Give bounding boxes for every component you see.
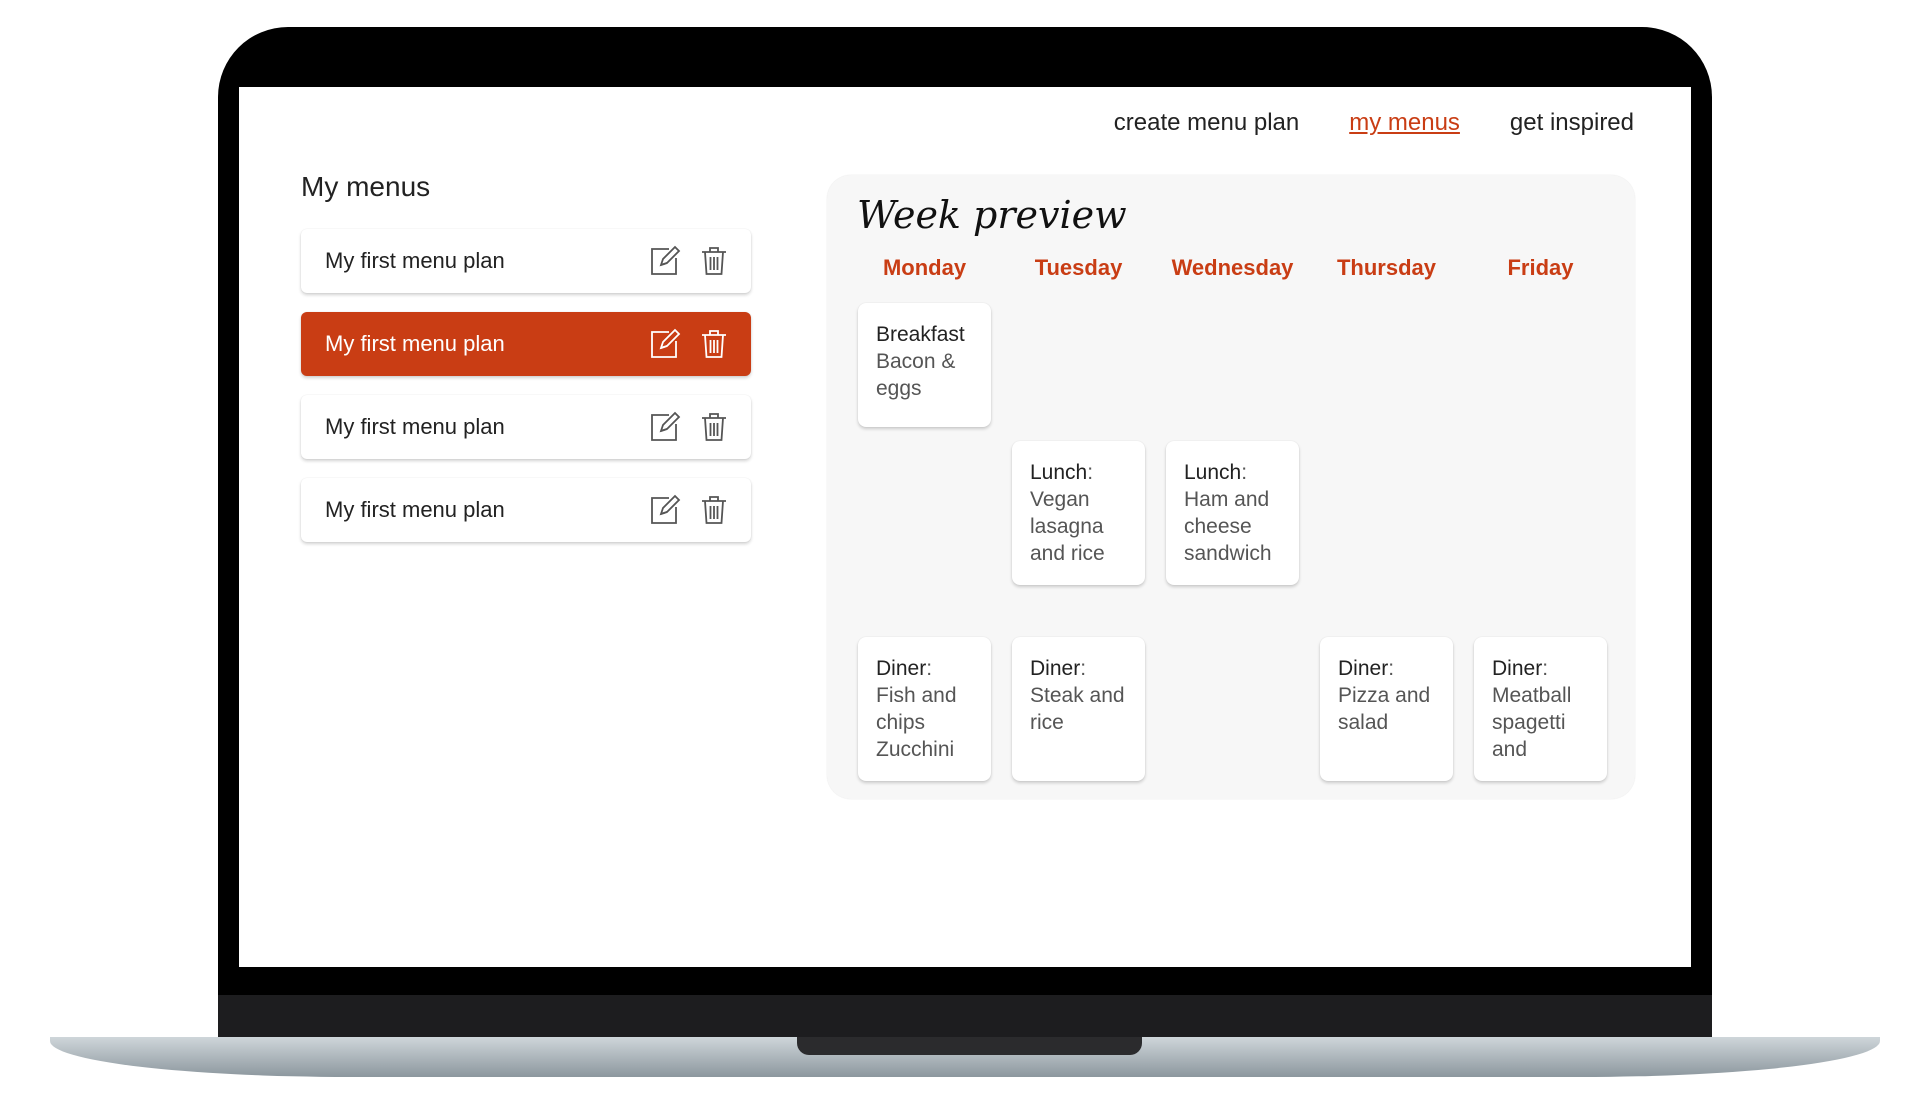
nav-my-menus[interactable]: my menus xyxy=(1349,109,1460,137)
meal-type: Breakfast xyxy=(876,323,965,346)
meal-description: Ham and cheese sandwich xyxy=(1184,488,1272,565)
trash-icon[interactable] xyxy=(697,410,731,444)
menu-item-selected[interactable]: My first menu plan xyxy=(301,312,751,376)
day-header-monday: Monday xyxy=(882,255,967,280)
day-header-friday: Friday xyxy=(1507,255,1574,280)
menu-list: My first menu plan My first menu plan My… xyxy=(301,229,751,561)
meal-description: Bacon & eggs xyxy=(876,350,956,400)
nav-create-menu-plan[interactable]: create menu plan xyxy=(1114,109,1299,137)
sidebar-title: My menus xyxy=(301,171,431,202)
nav-get-inspired[interactable]: get inspired xyxy=(1510,109,1634,137)
trash-icon[interactable] xyxy=(697,244,731,278)
day-header-thursday: Thursday xyxy=(1336,255,1437,280)
edit-icon[interactable] xyxy=(647,493,681,527)
day-header-tuesday: Tuesday xyxy=(1034,255,1123,280)
edit-icon[interactable] xyxy=(647,410,681,444)
meal-card-monday-diner[interactable]: Diner: Fish and chips Zucchini xyxy=(858,637,991,781)
week-preview-title: Week preview xyxy=(857,193,1127,237)
trash-icon[interactable] xyxy=(697,493,731,527)
meal-type: Diner xyxy=(1338,657,1389,680)
meal-description: Pizza and salad xyxy=(1338,684,1431,734)
menu-item-label: My first menu plan xyxy=(325,497,505,522)
meal-description: Steak and rice xyxy=(1030,684,1125,734)
menu-item[interactable]: My first menu plan xyxy=(301,395,751,459)
meal-description: Meatball spagetti and xyxy=(1492,684,1572,761)
meal-description: Vegan lasagna and rice xyxy=(1030,488,1105,565)
meal-description: Fish and chips Zucchini xyxy=(876,684,957,761)
app-screen: create menu plan my menus get inspired M… xyxy=(239,87,1691,967)
edit-icon[interactable] xyxy=(647,327,681,361)
meal-type: Lunch xyxy=(1030,461,1088,484)
meal-type: Diner xyxy=(1030,657,1081,680)
day-header-wednesday: Wednesday xyxy=(1171,255,1294,280)
menu-item-label: My first menu plan xyxy=(325,414,505,439)
week-preview-panel: Week preview Monday Tuesday Wednesday Th… xyxy=(827,175,1635,799)
meal-card-tuesday-diner[interactable]: Diner: Steak and rice xyxy=(1012,637,1145,781)
edit-icon[interactable] xyxy=(647,244,681,278)
meal-card-wednesday-lunch[interactable]: Lunch: Ham and cheese sandwich xyxy=(1166,441,1299,585)
menu-item-label: My first menu plan xyxy=(325,248,505,273)
top-nav: create menu plan my menus get inspired xyxy=(1114,109,1634,137)
meal-card-monday-breakfast[interactable]: Breakfast Bacon & eggs xyxy=(858,303,991,427)
meal-card-thursday-diner[interactable]: Diner: Pizza and salad xyxy=(1320,637,1453,781)
laptop-chin xyxy=(218,995,1712,1039)
laptop-notch xyxy=(797,1037,1142,1055)
meal-card-friday-diner[interactable]: Diner: Meatball spagetti and xyxy=(1474,637,1607,781)
menu-item[interactable]: My first menu plan xyxy=(301,478,751,542)
meal-type: Lunch xyxy=(1184,461,1242,484)
meal-card-tuesday-lunch[interactable]: Lunch: Vegan lasagna and rice xyxy=(1012,441,1145,585)
meal-type: Diner xyxy=(876,657,927,680)
menu-item[interactable]: My first menu plan xyxy=(301,229,751,293)
trash-icon[interactable] xyxy=(697,327,731,361)
meal-type: Diner xyxy=(1492,657,1543,680)
menu-item-label: My first menu plan xyxy=(325,331,505,356)
